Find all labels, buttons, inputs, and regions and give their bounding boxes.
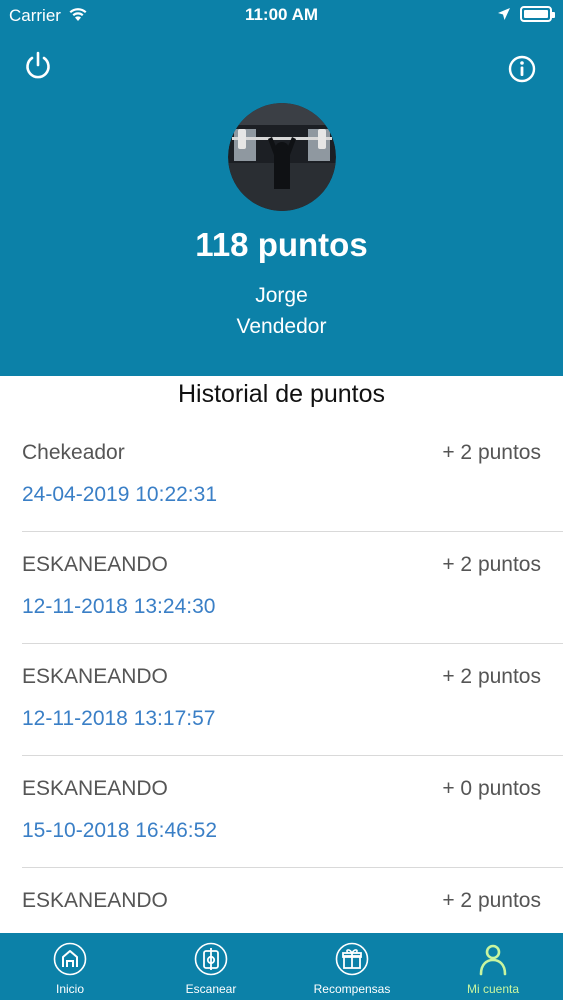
user-name: Jorge [255, 284, 308, 307]
user-role: Vendedor [236, 315, 327, 338]
history-row-date: 12-11-2018 13:17:57 [22, 707, 216, 730]
history-row-date: 24-04-2019 10:22:31 [22, 483, 217, 506]
status-bar: Carrier 11:00 AM [0, 0, 563, 30]
history-row[interactable]: ESKANEANDO + 2 puntos 12-11-2018 13:24:3… [0, 532, 563, 644]
home-icon [53, 942, 87, 976]
location-arrow-icon [498, 8, 510, 20]
history-row[interactable]: ESKANEANDO + 0 puntos 15-10-2018 16:46:5… [0, 756, 563, 868]
points-history-list[interactable]: Chekeador + 2 puntos 24-04-2019 10:22:31… [0, 420, 563, 933]
history-row-points: + 2 puntos [442, 665, 541, 688]
history-row-label: ESKANEANDO [22, 665, 168, 688]
tab-bar: Inicio Escanear Recompensas Mi cuenta [0, 933, 563, 1000]
history-row[interactable]: ESKANEANDO + 2 puntos [0, 868, 563, 933]
history-row-date: 12-11-2018 13:24:30 [22, 595, 216, 618]
history-row-points: + 2 puntos [442, 441, 541, 464]
history-title: Historial de puntos [177, 380, 386, 408]
tab-recompensas[interactable]: Recompensas [282, 933, 422, 1000]
profile-header: Carrier 11:00 AM 118 puntos Jorge Vended… [0, 0, 563, 376]
history-row-points: + 0 puntos [442, 777, 541, 800]
tab-mi-cuenta[interactable]: Mi cuenta [423, 933, 563, 1000]
tab-label: Escanear [185, 982, 237, 996]
tab-label: Inicio [55, 982, 84, 996]
history-row[interactable]: Chekeador + 2 puntos 24-04-2019 10:22:31 [0, 420, 563, 532]
history-row-label: ESKANEANDO [22, 889, 168, 912]
history-row-date: 15-10-2018 16:46:52 [22, 819, 217, 842]
history-row-label: ESKANEANDO [22, 777, 168, 800]
gift-icon [335, 942, 369, 976]
tab-inicio[interactable]: Inicio [0, 933, 140, 1000]
history-row-points: + 2 puntos [442, 553, 541, 576]
scan-icon [194, 942, 228, 976]
points-total: 118 puntos [195, 226, 368, 263]
tab-label: Recompensas [313, 982, 391, 996]
tab-escanear[interactable]: Escanear [141, 933, 281, 1000]
avatar [228, 103, 336, 211]
history-row-points: + 2 puntos [442, 889, 541, 912]
battery-icon [520, 6, 555, 22]
status-time: 11:00 AM [244, 5, 319, 24]
user-icon [479, 944, 507, 976]
power-icon[interactable] [22, 50, 54, 82]
tab-label: Mi cuenta [466, 982, 520, 996]
history-row[interactable]: ESKANEANDO + 2 puntos 12-11-2018 13:17:5… [0, 644, 563, 756]
info-icon[interactable] [507, 54, 537, 84]
history-row-label: Chekeador [22, 441, 125, 464]
history-row-label: ESKANEANDO [22, 553, 168, 576]
